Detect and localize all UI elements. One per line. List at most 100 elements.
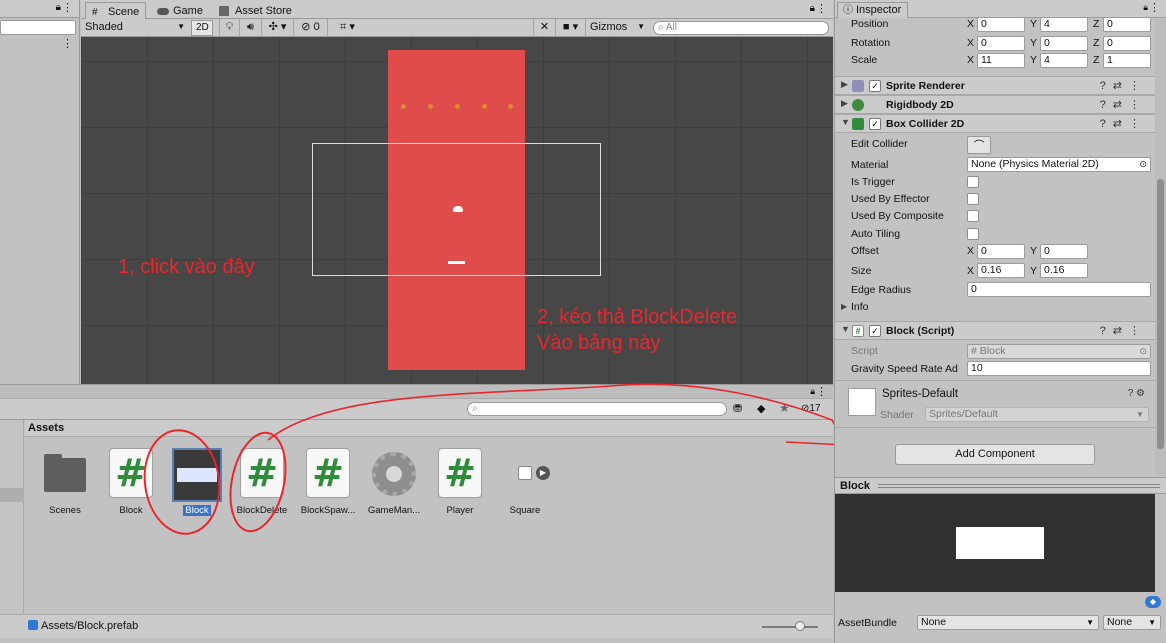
offset-x-field[interactable]: 0 bbox=[977, 244, 1025, 259]
scrollbar-thumb[interactable] bbox=[1157, 179, 1164, 449]
shading-mode-dropdown[interactable]: Shaded ▼ bbox=[81, 19, 189, 37]
size-x-field[interactable]: 0.16 bbox=[977, 263, 1025, 278]
lock-icon[interactable]: 🔒︎ bbox=[1143, 2, 1148, 13]
component-actions[interactable]: ?⇄⋮ bbox=[1100, 324, 1147, 337]
enabled-checkbox[interactable]: ✓ bbox=[869, 118, 881, 130]
grid-snap-icon[interactable]: ⌗ ▾ bbox=[327, 19, 367, 37]
position-x-field[interactable]: 0 bbox=[977, 17, 1025, 32]
info-foldout-label[interactable]: Info bbox=[851, 301, 869, 313]
lock-icon[interactable]: 🔒︎ bbox=[810, 3, 815, 14]
auto-tiling-checkbox[interactable] bbox=[967, 228, 979, 240]
object-picker-icon[interactable]: ⊙ bbox=[1139, 158, 1147, 171]
asset-item-gamemanager[interactable]: GameMan... bbox=[362, 448, 426, 516]
material-object-field[interactable]: None (Physics Material 2D) ⊙ bbox=[967, 157, 1151, 172]
camera-icon[interactable]: ■ ▾ bbox=[555, 19, 585, 37]
rotation-y-field[interactable]: 0 bbox=[1040, 36, 1088, 51]
component-actions[interactable]: ?⇄⋮ bbox=[1100, 79, 1147, 92]
inspector-scrollbar[interactable] bbox=[1155, 19, 1166, 475]
used-by-composite-checkbox[interactable] bbox=[967, 210, 979, 222]
asset-label-tag-icon[interactable]: ◆ bbox=[1145, 596, 1161, 608]
icon-size-slider-handle[interactable] bbox=[795, 621, 805, 631]
asset-item-block-prefab[interactable]: Block bbox=[165, 448, 229, 516]
tab-inspector[interactable]: ⓘ Inspector bbox=[837, 2, 909, 18]
add-component-button[interactable]: Add Component bbox=[895, 444, 1095, 465]
edit-collider-button[interactable]: ⌒ bbox=[967, 136, 991, 154]
collapse-arrow-icon[interactable]: ▼ bbox=[841, 117, 850, 127]
asset-item-block-script[interactable]: # Block bbox=[99, 448, 163, 516]
scale-z-field[interactable]: 1 bbox=[1103, 53, 1151, 68]
box-collider-icon bbox=[852, 118, 864, 130]
rotation-z-field[interactable]: 0 bbox=[1103, 36, 1151, 51]
scene-viewport[interactable]: 1, click vào đây 2, kéo thả BlockDelete … bbox=[81, 37, 833, 384]
asset-bundle-variant-dropdown[interactable]: None ▼ bbox=[1103, 615, 1161, 630]
favorite-star-icon[interactable]: ★ bbox=[779, 401, 790, 415]
asset-item-player-script[interactable]: # Player bbox=[428, 448, 492, 516]
asset-bundle-dropdown[interactable]: None ▼ bbox=[917, 615, 1099, 630]
filter-by-type-icon[interactable]: ⛃ bbox=[733, 402, 742, 415]
component-actions[interactable]: ?⇄⋮ bbox=[1100, 117, 1147, 130]
csharp-script-icon: # bbox=[109, 448, 153, 498]
toggle-2d-button[interactable]: 2D bbox=[191, 20, 213, 36]
expand-arrow-icon[interactable]: ▶ bbox=[841, 79, 848, 90]
play-icon[interactable]: ▶ bbox=[536, 466, 550, 480]
component-rigidbody-2d[interactable]: ▶ Rigidbody 2D ?⇄⋮ bbox=[835, 95, 1155, 114]
rotation-x-field[interactable]: 0 bbox=[977, 36, 1025, 51]
is-trigger-checkbox[interactable] bbox=[967, 176, 979, 188]
component-box-collider-2d[interactable]: ▼ ✓ Box Collider 2D ?⇄⋮ bbox=[835, 114, 1155, 133]
more-options-icon[interactable]: ⋮ bbox=[1149, 1, 1160, 14]
position-z-field[interactable]: 0 bbox=[1103, 17, 1151, 32]
tools-icon[interactable]: ✕ bbox=[533, 19, 555, 37]
offset-y-field[interactable]: 0 bbox=[1040, 244, 1088, 259]
asset-item-square-sprite[interactable]: ▶ Square bbox=[493, 448, 557, 516]
more-options-icon[interactable]: ⋮ bbox=[62, 1, 73, 14]
scene-search-input[interactable]: ⌕ All bbox=[653, 21, 829, 35]
expand-arrow-icon[interactable]: ▶ bbox=[841, 98, 848, 109]
material-actions[interactable]: ? ⚙︎ bbox=[1128, 388, 1145, 399]
add-component-label: Add Component bbox=[955, 448, 1035, 460]
breadcrumb-assets[interactable]: Assets bbox=[28, 422, 64, 434]
enabled-checkbox[interactable]: ✓ bbox=[869, 80, 881, 92]
tab-game[interactable]: Game bbox=[151, 2, 209, 20]
preview-drag-handle[interactable] bbox=[878, 484, 1160, 488]
gravity-speed-rate-field[interactable]: 10 bbox=[967, 361, 1151, 376]
player-sprite[interactable] bbox=[453, 206, 463, 212]
audio-icon[interactable]: 🔊︎ bbox=[239, 19, 261, 37]
hierarchy-menu-icon[interactable]: ⋮ bbox=[62, 37, 73, 50]
enabled-checkbox[interactable]: ✓ bbox=[869, 325, 881, 337]
folder-tree-selected-row[interactable] bbox=[0, 488, 24, 502]
asset-item-scenes[interactable]: Scenes bbox=[33, 448, 97, 516]
more-options-icon[interactable]: ⋮ bbox=[816, 385, 827, 398]
used-by-effector-checkbox[interactable] bbox=[967, 193, 979, 205]
filter-by-label-icon[interactable]: ◆ bbox=[757, 402, 765, 415]
effects-icon[interactable]: ✣ ▾ bbox=[261, 19, 293, 37]
hidden-packages-icon[interactable]: ⊘17 bbox=[801, 403, 821, 414]
lighting-icon[interactable]: 💡︎ bbox=[219, 19, 239, 37]
asset-item-blockspawner-script[interactable]: # BlockSpaw... bbox=[296, 448, 360, 516]
more-options-icon[interactable]: ⋮ bbox=[816, 2, 827, 15]
edge-radius-field[interactable]: 0 bbox=[967, 282, 1151, 297]
sprite-icon: ▶ bbox=[501, 448, 550, 500]
scale-x-field[interactable]: 11 bbox=[977, 53, 1025, 68]
shader-dropdown[interactable]: Sprites/Default ▼ bbox=[925, 407, 1149, 422]
component-sprite-renderer[interactable]: ▶ ✓ Sprite Renderer ?⇄⋮ bbox=[835, 76, 1155, 95]
size-y-field[interactable]: 0.16 bbox=[1040, 263, 1088, 278]
lock-icon[interactable]: 🔒︎ bbox=[56, 2, 61, 13]
expand-arrow-icon[interactable]: ▶ bbox=[841, 302, 847, 311]
icon-size-slider-track[interactable] bbox=[762, 626, 818, 628]
lock-icon[interactable]: 🔒︎ bbox=[810, 386, 815, 397]
hierarchy-search-input[interactable] bbox=[0, 20, 76, 35]
component-actions[interactable]: ?⇄⋮ bbox=[1100, 98, 1147, 111]
asset-item-blockdelete-script[interactable]: # BlockDelete bbox=[230, 448, 294, 516]
tab-asset-store[interactable]: Asset Store bbox=[213, 2, 298, 20]
gizmos-dropdown[interactable]: Gizmos ▼ bbox=[585, 19, 649, 37]
hidden-objects-toggle[interactable]: ⊘ 0 bbox=[293, 19, 327, 37]
asset-name: GameMan... bbox=[367, 505, 421, 516]
collapse-arrow-icon[interactable]: ▼ bbox=[841, 324, 850, 334]
scale-y-field[interactable]: 4 bbox=[1040, 53, 1088, 68]
position-y-field[interactable]: 4 bbox=[1040, 17, 1088, 32]
component-block-script[interactable]: ▼ # ✓ Block (Script) ?⇄⋮ bbox=[835, 321, 1155, 340]
block-sprite[interactable] bbox=[448, 261, 465, 264]
axis-y-label: Y bbox=[1030, 265, 1038, 277]
chevron-down-icon: ▼ bbox=[1136, 410, 1144, 419]
project-search-input[interactable]: ⌕ bbox=[467, 402, 727, 416]
